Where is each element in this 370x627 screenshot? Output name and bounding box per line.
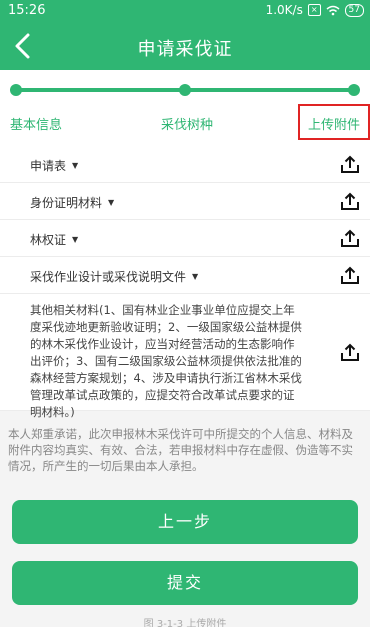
upload-icon[interactable] [340,154,360,174]
attachment-label: 身份证明材料 [30,196,103,210]
attachment-row-harvest-design[interactable]: 采伐作业设计或采伐说明文件 ▼ [0,257,370,294]
status-icons: 1.0K/s × 57 [266,3,364,17]
attachment-row-other[interactable]: 其他相关材料(1、国有林业企业事业单位应提交上年度采伐迹地更新验收证明；2、一级… [0,294,370,419]
sim-icon: × [307,4,321,16]
previous-step-button[interactable]: 上一步 [12,500,358,544]
highlight-box [298,104,370,140]
title-bar: 申请采伐证 [0,22,370,70]
caret-down-icon: ▼ [108,198,115,207]
upload-icon[interactable] [340,265,360,285]
attachment-label: 其他相关材料(1、国有林业企业事业单位应提交上年度采伐迹地更新验收证明；2、一级… [30,303,302,419]
step-dot-1 [10,84,22,96]
step-label-tree-species: 采伐树种 [161,118,214,133]
caret-down-icon: ▼ [192,272,199,281]
declaration-text: 本人郑重承诺，此次申报林木采伐许可中所提交的个人信息、材料及附件内容均真实、有效… [8,427,353,473]
battery-icon: 57 [344,3,364,17]
figure-caption: 图 3-1-3 上传附件 [143,619,227,627]
step-dot-2 [179,84,191,96]
step-label-basic-info: 基本信息 [10,118,63,133]
wifi-icon [326,5,340,15]
attachment-label: 采伐作业设计或采伐说明文件 [30,270,187,284]
step-indicator: 基本信息 采伐树种 上传附件 [0,70,370,146]
caret-down-icon: ▼ [72,161,79,170]
status-bar: 15:26 1.0K/s × 57 [0,0,370,22]
attachment-row-application[interactable]: 申请表 ▼ [0,146,370,183]
attachment-row-forest-right[interactable]: 林权证 ▼ [0,220,370,257]
attachment-label: 林权证 [30,233,67,247]
status-time: 15:26 [8,3,46,18]
submit-button[interactable]: 提交 [12,561,358,605]
step-dot-3 [348,84,360,96]
network-speed: 1.0K/s [265,3,303,17]
upload-icon[interactable] [340,228,360,248]
attachment-list: 申请表 ▼ 身份证明材料 ▼ 林权证 ▼ 采伐作业设计或采伐说明文件 ▼ 其他相关材料(… [0,146,370,419]
caret-down-icon: ▼ [72,235,79,244]
attachment-row-identity[interactable]: 身份证明材料 ▼ [0,183,370,220]
upload-icon[interactable] [340,342,360,362]
attachment-label: 申请表 [30,159,67,173]
upload-icon[interactable] [340,191,360,211]
page-title: 申请采伐证 [137,39,233,60]
